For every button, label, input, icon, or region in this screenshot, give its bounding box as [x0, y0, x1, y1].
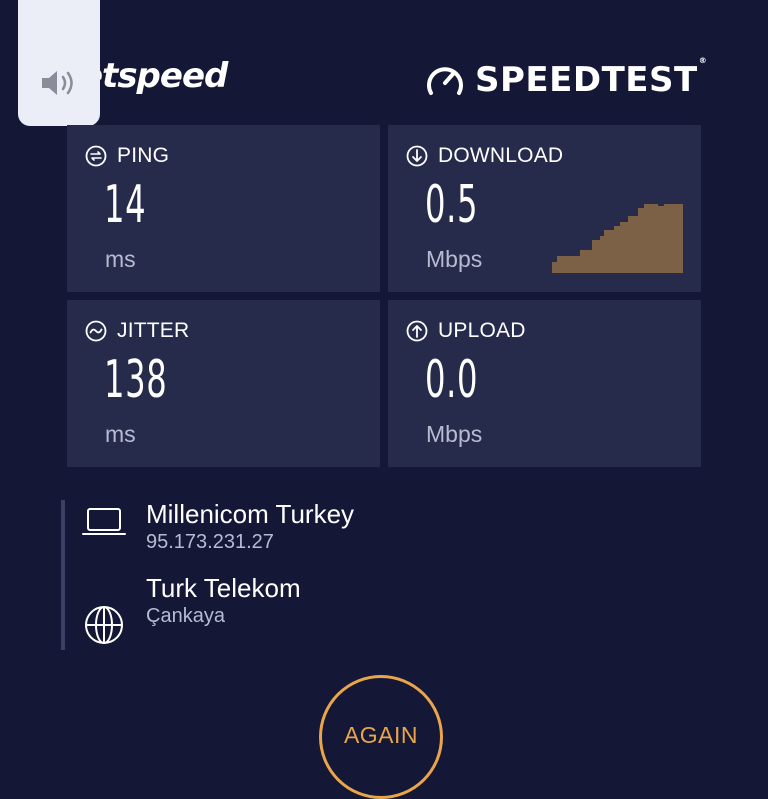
ping-label: PING: [85, 144, 169, 168]
provider-divider: [61, 500, 65, 650]
registered-mark: ®: [698, 56, 708, 65]
jitter-unit: ms: [105, 421, 136, 447]
server-location: Çankaya: [146, 605, 225, 627]
upload-tile: UPLOAD 0.0 Mbps: [388, 300, 701, 467]
globe-icon: [85, 606, 123, 644]
download-unit: Mbps: [426, 246, 483, 272]
ping-value: 14: [104, 175, 147, 235]
download-label: DOWNLOAD: [406, 144, 563, 168]
upload-value: 0.0: [425, 350, 479, 410]
jitter-value: 138: [104, 350, 168, 410]
download-speed-graph: [552, 204, 683, 273]
brand-logo: etspeed: [80, 56, 228, 96]
ping-unit: ms: [105, 246, 136, 272]
ping-tile: PING 14 ms: [67, 125, 380, 292]
laptop-icon: [82, 508, 126, 535]
volume-icon: [42, 71, 73, 95]
speedtest-wordmark: SPEEDTEST®: [475, 56, 708, 100]
volume-overlay: [18, 0, 100, 126]
upload-unit: Mbps: [426, 421, 483, 447]
upload-icon: [406, 320, 428, 342]
ping-icon: [85, 145, 107, 167]
jitter-tile: JITTER 138 ms: [67, 300, 380, 467]
jitter-label: JITTER: [85, 319, 189, 343]
download-icon: [406, 145, 428, 167]
upload-label: UPLOAD: [406, 319, 526, 343]
jitter-icon: [85, 320, 107, 342]
isp-name: Millenicom Turkey: [146, 499, 355, 529]
client-ip: 95.173.231.27: [146, 531, 274, 553]
speedtest-logo: SPEEDTEST®: [425, 56, 708, 100]
again-button[interactable]: AGAIN: [319, 675, 443, 799]
download-value: 0.5: [425, 175, 479, 235]
download-tile: DOWNLOAD 0.5 Mbps: [388, 125, 701, 292]
again-label: AGAIN: [343, 721, 419, 748]
server-name[interactable]: Turk Telekom: [146, 573, 301, 604]
speedometer-icon: [427, 67, 463, 95]
